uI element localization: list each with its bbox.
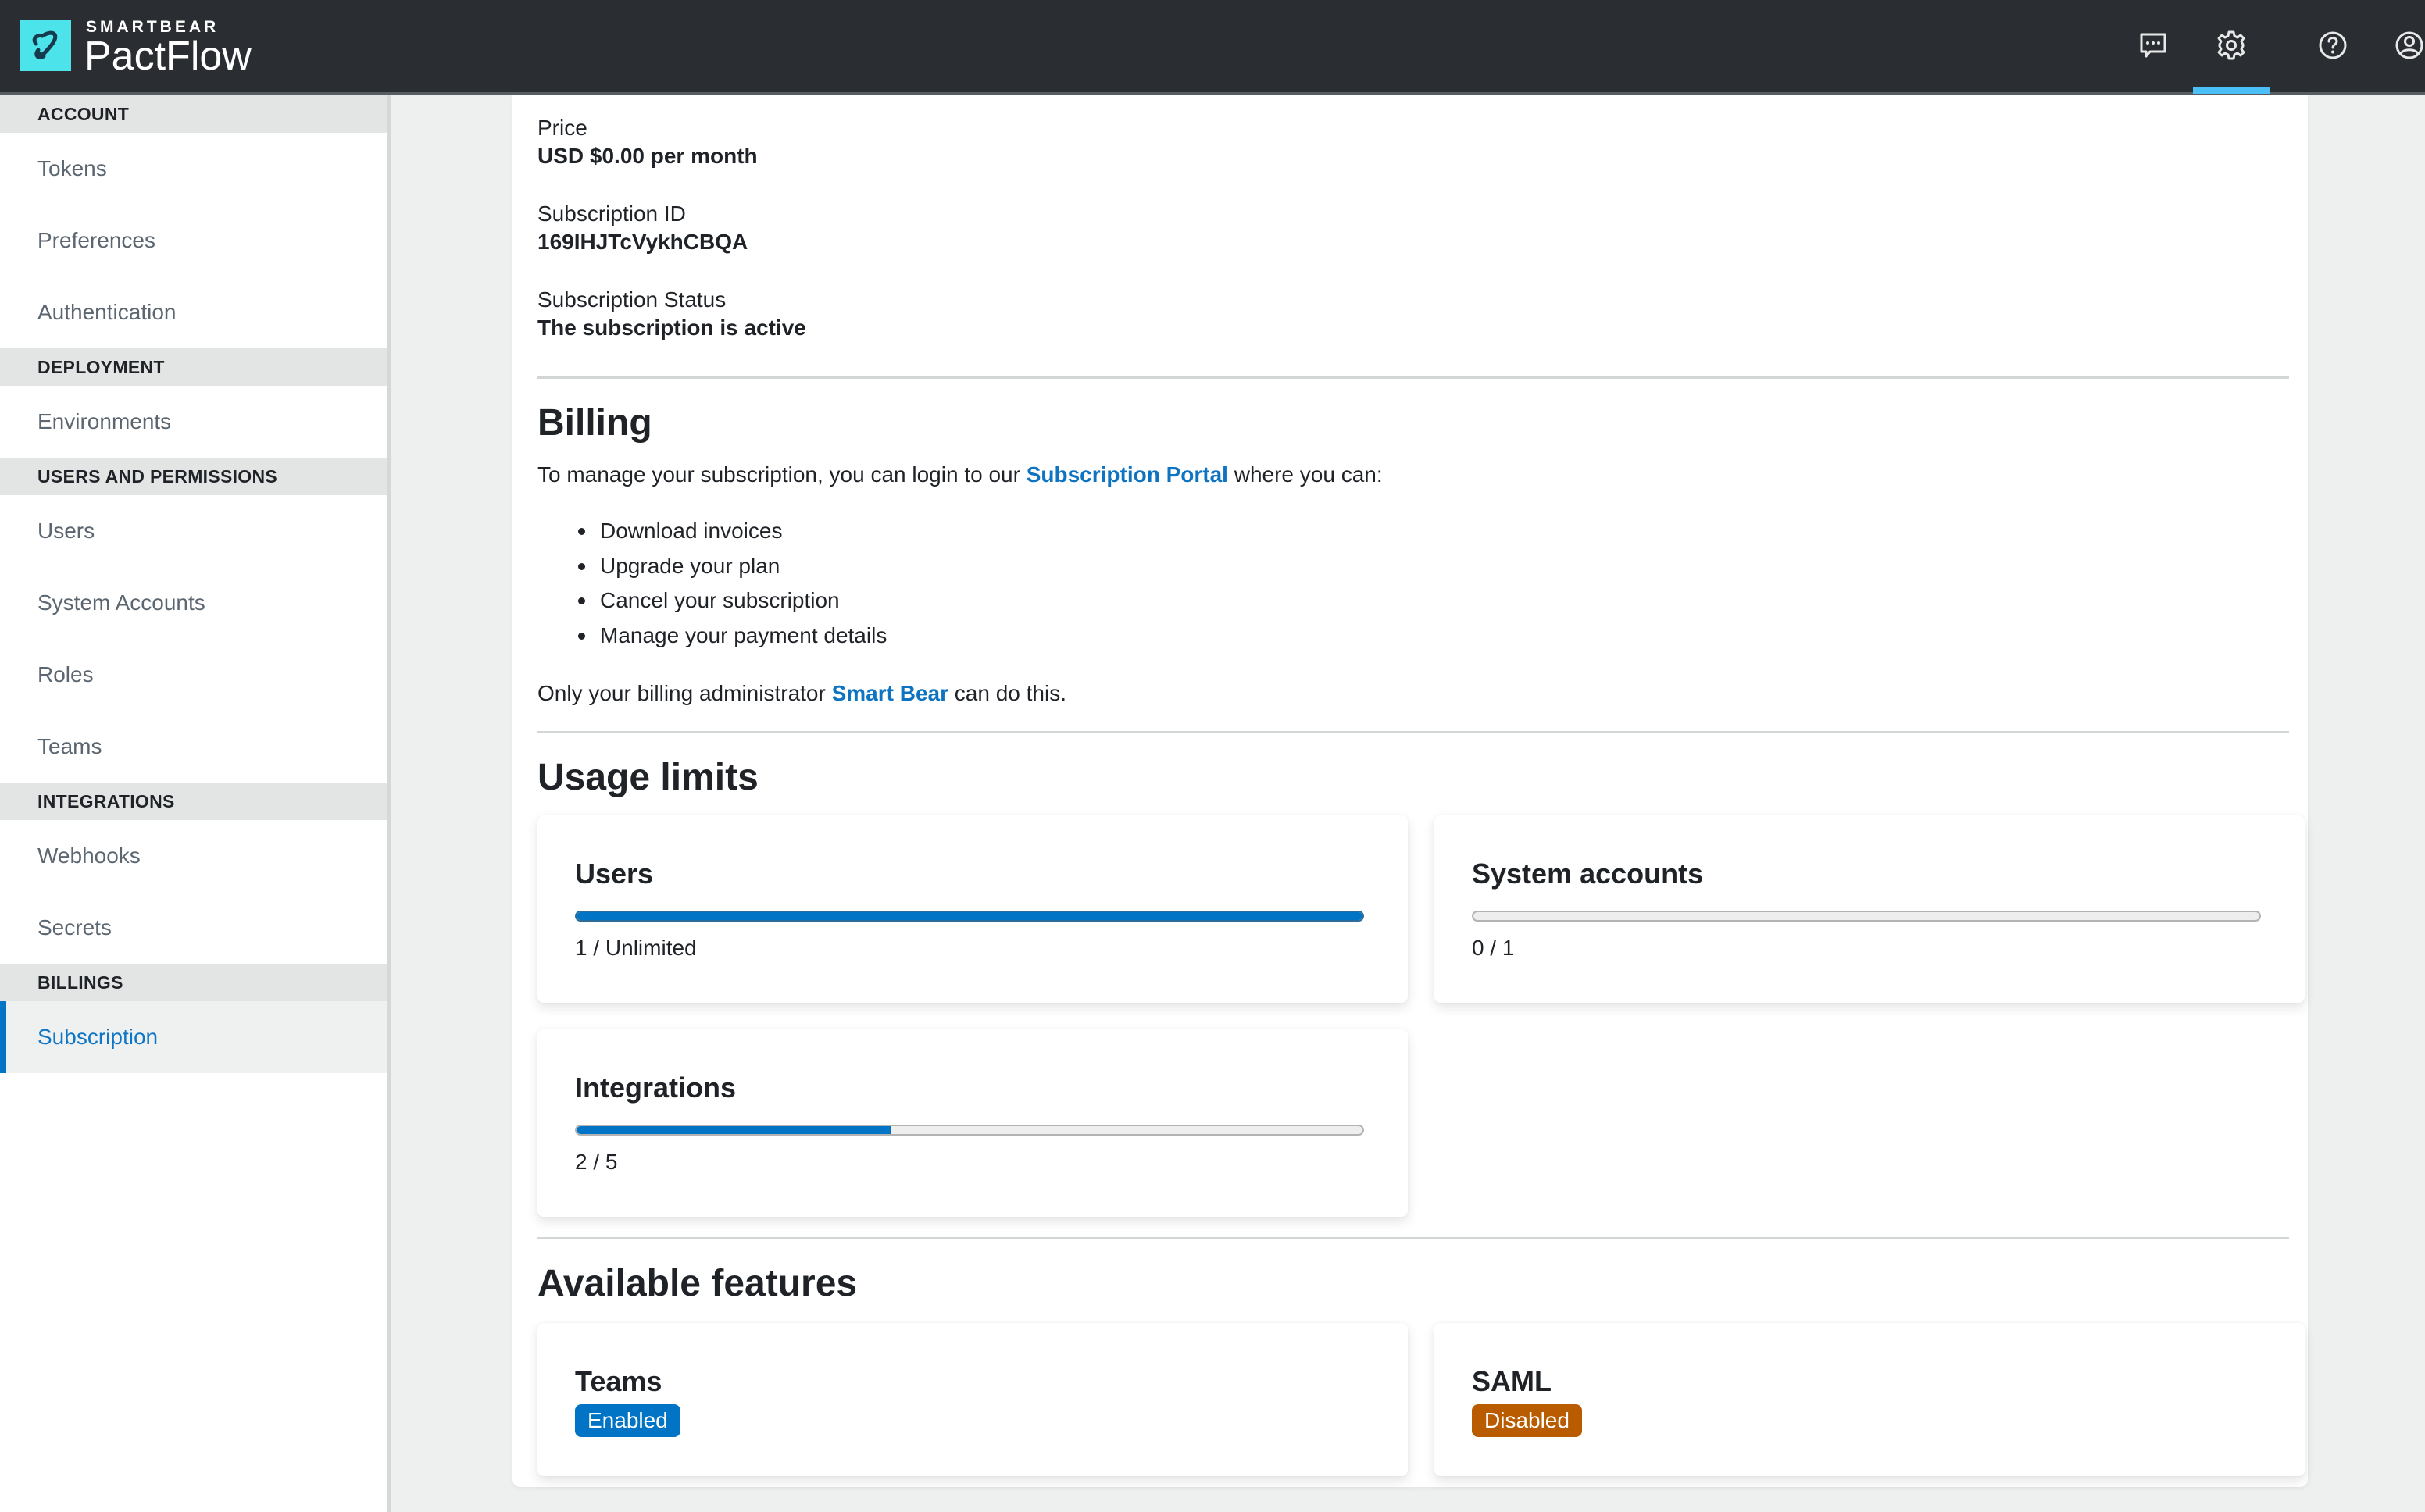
sidebar-section-billings: BILLINGS <box>0 964 388 1001</box>
sidebar-item-label: Users <box>38 519 95 543</box>
usage-limits-heading: Usage limits <box>538 757 759 798</box>
sidebar-item-label: Tokens <box>38 156 107 180</box>
sidebar-item-label: Secrets <box>38 915 112 940</box>
available-features-heading: Available features <box>538 1263 858 1304</box>
sidebar-item-teams[interactable]: Teams <box>0 711 388 783</box>
feature-status-badge: Enabled <box>575 1404 680 1437</box>
subscription-id-label: Subscription ID <box>538 201 686 226</box>
sidebar-item-preferences[interactable]: Preferences <box>0 205 388 276</box>
sidebar-section-integrations: INTEGRATIONS <box>0 783 388 820</box>
subscription-portal-link[interactable]: Subscription Portal <box>1027 462 1228 487</box>
sidebar-item-label: Subscription <box>38 1025 159 1049</box>
billing-intro-text-end: where you can: <box>1227 462 1383 487</box>
help-icon <box>2319 31 2347 59</box>
sidebar-item-users[interactable]: Users <box>0 495 388 567</box>
feature-card-saml: SAML Disabled <box>1434 1323 2305 1476</box>
usage-count: 2 / 5 <box>575 1150 618 1174</box>
usage-progress-fill <box>577 1126 891 1134</box>
price-label: Price <box>538 116 588 140</box>
usage-progress-bar <box>575 911 1364 922</box>
billing-intro-text: To manage your subscription, you can log… <box>538 462 1027 487</box>
account-button[interactable] <box>2389 25 2425 66</box>
sidebar-item-label: Authentication <box>38 300 177 324</box>
sidebar-item-label: System Accounts <box>38 590 205 615</box>
sidebar-section-deployment: DEPLOYMENT <box>0 348 388 386</box>
usage-card-title: System accounts <box>1472 858 1704 890</box>
billing-heading: Billing <box>538 402 652 444</box>
subscription-panel: Price USD $0.00 per month Subscription I… <box>512 95 2308 1487</box>
sidebar-item-environments[interactable]: Environments <box>0 386 388 458</box>
subscription-details: Price USD $0.00 per month Subscription I… <box>538 114 806 373</box>
usage-progress-bar <box>1472 911 2261 922</box>
sidebar-item-subscription[interactable]: Subscription <box>0 1001 388 1073</box>
sidebar-item-tokens[interactable]: Tokens <box>0 133 388 205</box>
usage-progress-bar <box>575 1125 1364 1136</box>
usage-card-title: Integrations <box>575 1072 737 1104</box>
sidebar-item-label: Roles <box>38 662 94 686</box>
sidebar-item-secrets[interactable]: Secrets <box>0 892 388 964</box>
subscription-status-label: Subscription Status <box>538 287 727 312</box>
gear-icon <box>2217 30 2245 60</box>
feature-card-teams: Teams Enabled <box>538 1323 1408 1476</box>
usage-count: 0 / 1 <box>1472 936 1515 960</box>
billing-action-item: Upgrade your plan <box>578 549 887 584</box>
sidebar-section-users-and-permissions: USERS AND PERMISSIONS <box>0 458 388 495</box>
feature-card-title: Teams <box>575 1365 662 1397</box>
billing-action-item: Manage your payment details <box>578 619 887 654</box>
divider <box>538 376 2289 379</box>
billing-admin-link[interactable]: Smart Bear <box>832 681 948 705</box>
usage-card-title: Users <box>575 858 654 890</box>
price-value: USD $0.00 per month <box>538 144 758 168</box>
usage-card-system-accounts: System accounts 0 / 1 <box>1434 815 2305 1003</box>
usage-count: 1 / Unlimited <box>575 936 697 960</box>
usage-card-integrations: Integrations 2 / 5 <box>538 1029 1408 1217</box>
settings-button[interactable] <box>2211 25 2252 66</box>
sidebar-item-label: Preferences <box>38 228 155 252</box>
pactflow-logo-glyph <box>32 30 58 59</box>
sidebar-item-webhooks[interactable]: Webhooks <box>0 820 388 892</box>
feature-card-title: SAML <box>1472 1365 1552 1397</box>
sidebar-item-label: Teams <box>38 734 102 758</box>
settings-sidebar: ACCOUNT Tokens Preferences Authentication DE… <box>0 95 391 1512</box>
divider <box>538 731 2289 733</box>
sidebar-item-label: Webhooks <box>38 843 141 868</box>
billing-admin-text-end: can do this. <box>948 681 1066 705</box>
usage-card-users: Users 1 / Unlimited <box>538 815 1408 1003</box>
pactflow-logo-icon[interactable] <box>20 20 71 71</box>
sidebar-section-account: ACCOUNT <box>0 95 388 133</box>
usage-progress-fill <box>577 912 1362 920</box>
billing-admin-note: Only your billing administrator Smart Be… <box>538 679 1066 708</box>
sidebar-item-authentication[interactable]: Authentication <box>0 276 388 348</box>
billing-admin-text: Only your billing administrator <box>538 681 832 705</box>
subscription-status-value: The subscription is active <box>538 316 806 340</box>
billing-action-item: Cancel your subscription <box>578 583 887 619</box>
feedback-button[interactable] <box>2133 25 2173 66</box>
sidebar-item-roles[interactable]: Roles <box>0 639 388 711</box>
sidebar-item-system-accounts[interactable]: System Accounts <box>0 567 388 639</box>
billing-actions-list: Download invoices Upgrade your plan Cancel… <box>578 514 887 653</box>
billing-action-item: Download invoices <box>578 514 887 549</box>
subscription-id-value: 169IHJTcVykhCBQA <box>538 230 748 254</box>
top-bar: SMARTBEAR PactFlow <box>0 0 2425 95</box>
settings-active-indicator <box>2193 87 2270 94</box>
divider <box>538 1237 2289 1239</box>
billing-intro: To manage your subscription, you can log… <box>538 461 1383 489</box>
user-icon <box>2395 31 2423 59</box>
brand-product: PactFlow <box>84 34 252 79</box>
feature-status-badge: Disabled <box>1472 1404 1582 1437</box>
chat-icon <box>2140 33 2166 58</box>
sidebar-item-label: Environments <box>38 409 172 433</box>
help-button[interactable] <box>2312 25 2353 66</box>
